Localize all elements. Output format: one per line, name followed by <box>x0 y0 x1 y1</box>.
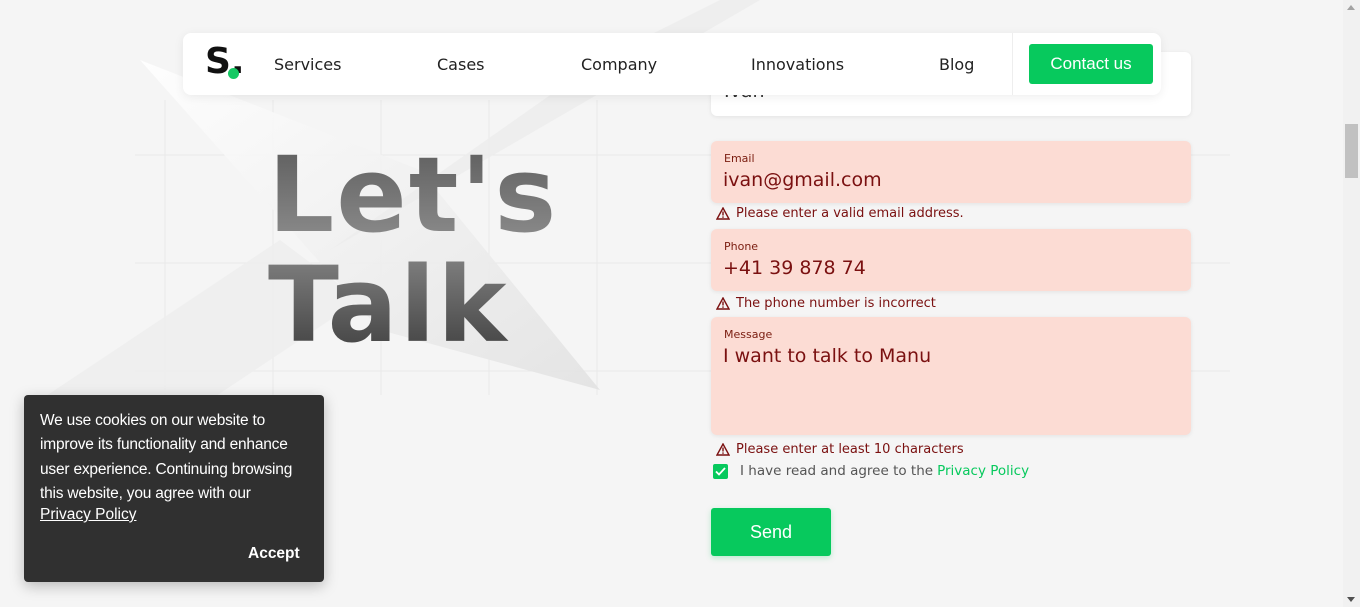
warning-icon <box>716 297 730 310</box>
nav-link-services[interactable]: Services <box>274 55 341 74</box>
privacy-policy-link[interactable]: Privacy Policy <box>937 463 1029 479</box>
warning-icon <box>716 207 730 220</box>
logo-dot <box>228 68 239 79</box>
email-field-value: ivan@gmail.com <box>723 169 882 191</box>
page-headline: Let's Talk <box>268 140 558 360</box>
phone-field-label: Phone <box>724 240 759 253</box>
agree-text: I have read and agree to the <box>740 463 934 479</box>
check-icon <box>715 466 726 476</box>
top-navigation: S. Services Cases Company Innovations Bl… <box>183 33 1161 95</box>
phone-error-text: The phone number is incorrect <box>736 296 936 311</box>
scroll-thumb[interactable] <box>1345 124 1358 178</box>
message-field-label: Message <box>724 328 773 341</box>
agree-checkbox[interactable] <box>713 463 728 479</box>
cookie-banner: We use cookies on our website to improve… <box>24 395 324 582</box>
message-field[interactable]: Message I want to talk to Manu <box>711 317 1191 435</box>
message-error-text: Please enter at least 10 characters <box>736 442 964 457</box>
message-field-value: I want to talk to Manu <box>723 345 932 367</box>
email-field[interactable]: Email ivan@gmail.com <box>711 141 1191 203</box>
nav-link-blog[interactable]: Blog <box>939 55 974 74</box>
cookie-privacy-policy-link[interactable]: Privacy Policy <box>40 506 136 524</box>
accept-cookies-button[interactable]: Accept <box>248 545 300 563</box>
page-scrollbar[interactable] <box>1343 0 1360 607</box>
contact-us-button[interactable]: Contact us <box>1029 44 1153 84</box>
message-error: Please enter at least 10 characters <box>716 442 964 457</box>
email-error-text: Please enter a valid email address. <box>736 206 964 221</box>
email-error: Please enter a valid email address. <box>716 206 964 221</box>
brand-logo[interactable]: S. <box>205 42 245 82</box>
scroll-down-arrow-icon[interactable] <box>1347 597 1355 602</box>
headline-line-1: Let's <box>268 134 559 256</box>
nav-link-innovations[interactable]: Innovations <box>751 55 844 74</box>
warning-icon <box>716 443 730 456</box>
send-button[interactable]: Send <box>711 508 831 556</box>
phone-error: The phone number is incorrect <box>716 296 936 311</box>
logo-letter: S. <box>205 41 245 82</box>
nav-link-company[interactable]: Company <box>581 55 657 74</box>
email-field-label: Email <box>724 152 755 165</box>
privacy-agreement: I have read and agree to the Privacy Pol… <box>713 463 1029 479</box>
cookie-text: We use cookies on our website to improve… <box>40 412 293 502</box>
phone-field[interactable]: Phone +41 39 878 74 <box>711 229 1191 291</box>
nav-divider <box>1012 33 1013 95</box>
scroll-up-arrow-icon[interactable] <box>1347 5 1355 10</box>
phone-field-value: +41 39 878 74 <box>723 257 866 279</box>
nav-link-cases[interactable]: Cases <box>437 55 485 74</box>
headline-line-2: Talk <box>268 244 509 366</box>
